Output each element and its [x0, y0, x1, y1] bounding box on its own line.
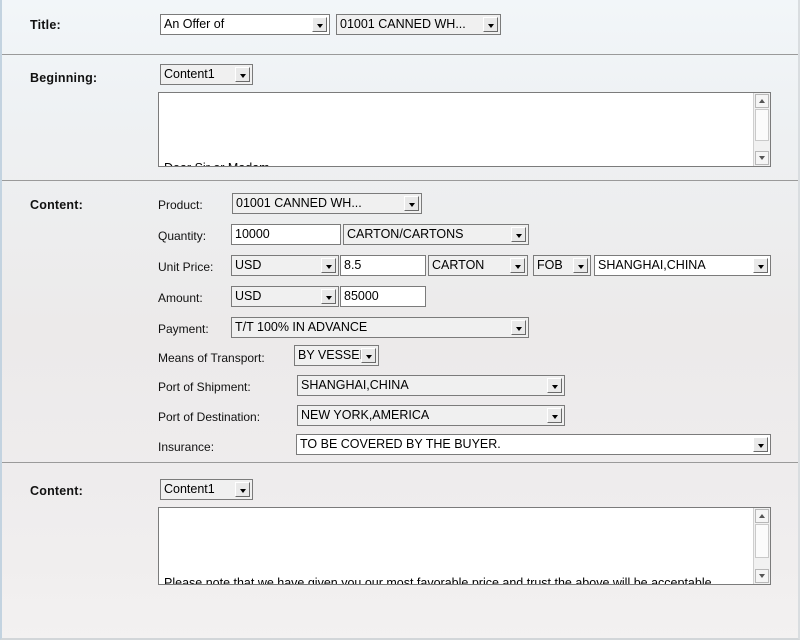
beginning-content-select[interactable]: Content1: [160, 64, 253, 85]
chevron-down-icon[interactable]: [404, 196, 419, 211]
closing-textarea-body[interactable]: Please note that we have given you our m…: [159, 508, 753, 584]
unit-price-term-value: FOB: [537, 256, 570, 275]
unit-price-amount-input[interactable]: 8.5: [340, 255, 426, 276]
section-content-detail: Content: Product: 01001 CANNED WH... Qua…: [2, 181, 798, 463]
beginning-line-1: Dear Sir or Madam,: [164, 154, 747, 166]
chevron-down-icon[interactable]: [547, 378, 562, 393]
port-destination-value: NEW YORK,AMERICA: [301, 406, 544, 425]
chevron-down-icon[interactable]: [483, 17, 498, 32]
chevron-down-icon[interactable]: [573, 258, 588, 273]
product-value: 01001 CANNED WH...: [236, 194, 401, 213]
beginning-textarea[interactable]: Dear Sir or Madam, Thank you for your in…: [158, 92, 771, 167]
port-destination-select[interactable]: NEW YORK,AMERICA: [297, 405, 565, 426]
amount-input[interactable]: 85000: [340, 286, 426, 307]
chevron-down-icon[interactable]: [321, 289, 336, 304]
footer-actions: [保存] [退出]: [2, 592, 798, 638]
scroll-up-arrow-icon[interactable]: [755, 509, 769, 523]
transport-value: BY VESSEL: [298, 346, 358, 365]
content-closing-section-label: Content:: [30, 484, 83, 498]
scroll-down-arrow-icon[interactable]: [755, 569, 769, 583]
unit-price-label: Unit Price:: [158, 260, 213, 274]
payment-select[interactable]: T/T 100% IN ADVANCE: [231, 317, 529, 338]
amount-currency-select[interactable]: USD: [231, 286, 339, 307]
unit-price-place-select[interactable]: SHANGHAI,CHINA: [594, 255, 771, 276]
closing-textarea[interactable]: Please note that we have given you our m…: [158, 507, 771, 585]
transport-label: Means of Transport:: [158, 351, 265, 365]
chevron-down-icon[interactable]: [753, 437, 768, 452]
payment-label: Payment:: [158, 322, 209, 336]
unit-price-per-select[interactable]: CARTON: [428, 255, 528, 276]
amount-currency-value: USD: [235, 287, 318, 306]
quantity-value: 10000: [235, 225, 338, 244]
chevron-down-icon[interactable]: [235, 482, 250, 497]
chevron-down-icon[interactable]: [361, 348, 376, 363]
port-destination-label: Port of Destination:: [158, 410, 260, 424]
closing-textarea-scrollbar[interactable]: [753, 508, 770, 584]
product-label: Product:: [158, 198, 203, 212]
title-product-select[interactable]: 01001 CANNED WH...: [336, 14, 501, 35]
quantity-label: Quantity:: [158, 229, 206, 243]
offer-form-page: Title: An Offer of 01001 CANNED WH... Be…: [0, 0, 800, 640]
section-title: Title: An Offer of 01001 CANNED WH...: [2, 0, 798, 55]
title-template-select[interactable]: An Offer of: [160, 14, 330, 35]
quantity-unit-select[interactable]: CARTON/CARTONS: [343, 224, 529, 245]
unit-price-place-value: SHANGHAI,CHINA: [598, 256, 750, 275]
scrollbar-thumb[interactable]: [755, 109, 769, 141]
unit-price-amount-value: 8.5: [344, 256, 423, 275]
insurance-label: Insurance:: [158, 440, 214, 454]
unit-price-per-value: CARTON: [432, 256, 507, 275]
unit-price-term-select[interactable]: FOB: [533, 255, 591, 276]
port-shipment-select[interactable]: SHANGHAI,CHINA: [297, 375, 565, 396]
beginning-textarea-body[interactable]: Dear Sir or Madam, Thank you for your in…: [159, 93, 753, 166]
section-beginning: Beginning: Content1 Dear Sir or Madam, T…: [2, 55, 798, 181]
amount-value: 85000: [344, 287, 423, 306]
beginning-textarea-scrollbar[interactable]: [753, 93, 770, 166]
chevron-down-icon[interactable]: [312, 17, 327, 32]
chevron-down-icon[interactable]: [321, 258, 336, 273]
scroll-up-arrow-icon[interactable]: [755, 94, 769, 108]
title-product-value: 01001 CANNED WH...: [340, 15, 480, 34]
beginning-content-value: Content1: [164, 65, 232, 84]
closing-content-value: Content1: [164, 480, 232, 499]
payment-value: T/T 100% IN ADVANCE: [235, 318, 508, 337]
amount-label: Amount:: [158, 291, 203, 305]
chevron-down-icon[interactable]: [511, 320, 526, 335]
content-detail-section-label: Content:: [30, 198, 83, 212]
unit-price-currency-select[interactable]: USD: [231, 255, 339, 276]
title-section-label: Title:: [30, 18, 61, 32]
quantity-input[interactable]: 10000: [231, 224, 341, 245]
chevron-down-icon[interactable]: [547, 408, 562, 423]
closing-content-select[interactable]: Content1: [160, 479, 253, 500]
unit-price-currency-value: USD: [235, 256, 318, 275]
quantity-unit-value: CARTON/CARTONS: [347, 225, 508, 244]
chevron-down-icon[interactable]: [235, 67, 250, 82]
insurance-select[interactable]: TO BE COVERED BY THE BUYER.: [296, 434, 771, 455]
beginning-section-label: Beginning:: [30, 71, 97, 85]
port-shipment-value: SHANGHAI,CHINA: [301, 376, 544, 395]
title-template-value: An Offer of: [164, 15, 309, 34]
chevron-down-icon[interactable]: [510, 258, 525, 273]
chevron-down-icon[interactable]: [511, 227, 526, 242]
chevron-down-icon[interactable]: [753, 258, 768, 273]
port-shipment-label: Port of Shipment:: [158, 380, 251, 394]
closing-line-1: Please note that we have given you our m…: [164, 569, 747, 584]
insurance-value: TO BE COVERED BY THE BUYER.: [300, 435, 750, 454]
product-select[interactable]: 01001 CANNED WH...: [232, 193, 422, 214]
scroll-down-arrow-icon[interactable]: [755, 151, 769, 165]
scrollbar-thumb[interactable]: [755, 524, 769, 558]
transport-select[interactable]: BY VESSEL: [294, 345, 379, 366]
